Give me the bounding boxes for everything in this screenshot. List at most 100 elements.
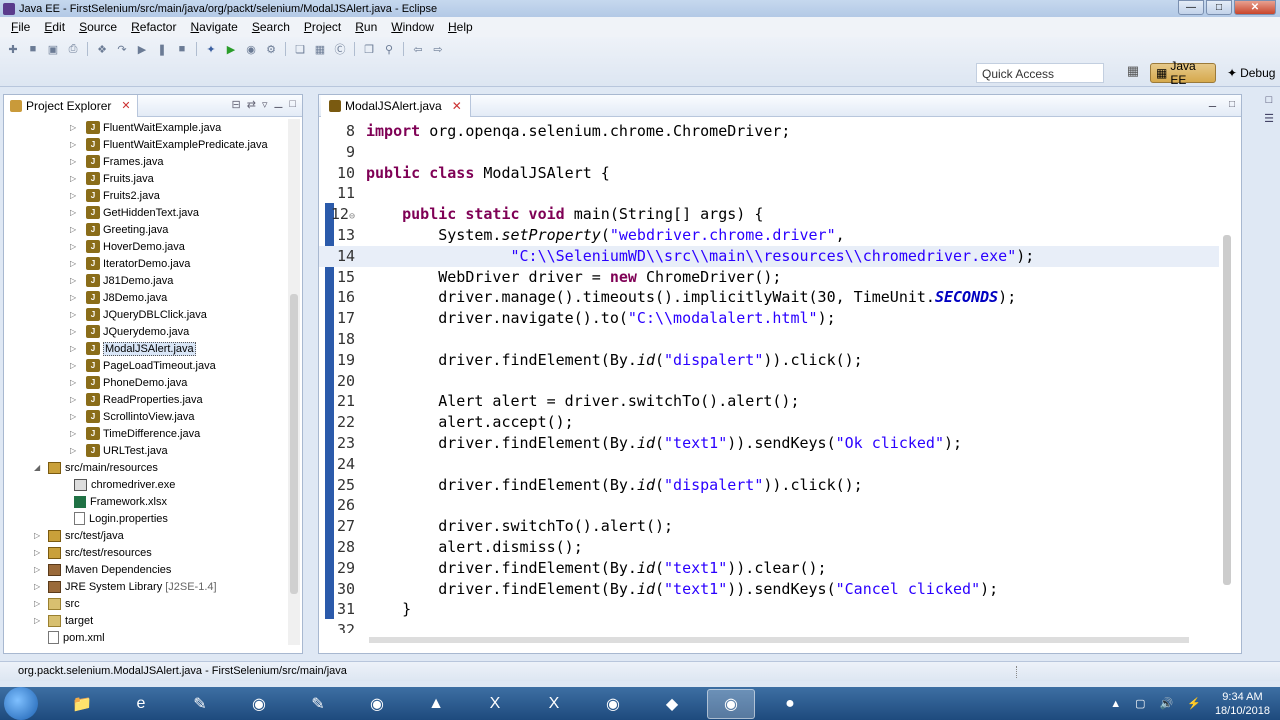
code-line[interactable]: 15 WebDriver driver = new ChromeDriver()… <box>319 267 1219 288</box>
tree-item[interactable]: ▷ J JQueryDBLClick.java <box>70 306 207 323</box>
code-line[interactable]: 31 } <box>319 599 1219 620</box>
new-class-icon[interactable]: Ⓒ <box>331 40 349 58</box>
debug-icon[interactable]: ✦ <box>202 40 220 58</box>
quick-access-input[interactable]: Quick Access <box>976 63 1104 83</box>
resume-icon[interactable]: ▶ <box>133 40 151 58</box>
tree-item[interactable]: ▷ J TimeDifference.java <box>70 425 200 442</box>
expand-arrow-icon[interactable]: ▷ <box>70 395 82 404</box>
save-all-icon[interactable]: ▣ <box>44 40 62 58</box>
tree-item[interactable]: chromedriver.exe <box>60 476 175 493</box>
code-line[interactable]: 11 <box>319 183 1219 204</box>
power-icon[interactable]: ⚡ <box>1187 697 1201 710</box>
menu-navigate[interactable]: Navigate <box>183 20 244 34</box>
tree-item[interactable]: ▷ target <box>34 612 93 629</box>
expand-arrow-icon[interactable]: ▷ <box>34 582 46 591</box>
tree-item[interactable]: ▷ src <box>34 595 80 612</box>
link-with-editor-icon[interactable]: ⇄ <box>247 98 256 111</box>
menu-window[interactable]: Window <box>384 20 441 34</box>
tree-item[interactable]: ▷ JRE System Library [J2SE-1.4] <box>34 578 217 595</box>
code-editor[interactable]: 8 import org.openqa.selenium.chrome.Chrom… <box>319 119 1219 633</box>
coverage-icon[interactable]: ◉ <box>242 40 260 58</box>
tree-item[interactable]: ▷ Maven Dependencies <box>34 561 171 578</box>
expand-arrow-icon[interactable]: ▷ <box>34 616 46 625</box>
menu-file[interactable]: File <box>4 20 37 34</box>
expand-arrow-icon[interactable]: ▷ <box>70 157 82 166</box>
volume-icon[interactable]: 🔊 <box>1160 697 1174 710</box>
tray-arrow-icon[interactable]: ▲ <box>1110 698 1121 710</box>
tree-item[interactable]: Login.properties <box>60 510 168 527</box>
minimize-view-icon[interactable]: ⚊ <box>273 98 283 111</box>
expand-arrow-icon[interactable]: ▷ <box>70 310 82 319</box>
tree-item[interactable]: ▷ J ScrollintoView.java <box>70 408 195 425</box>
menu-edit[interactable]: Edit <box>37 20 72 34</box>
code-line[interactable]: 25 driver.findElement(By.id("dispalert")… <box>319 475 1219 496</box>
back-icon[interactable]: ⇦ <box>409 40 427 58</box>
vlc-taskbar-icon[interactable]: ▲ <box>412 689 460 719</box>
external-tools-icon[interactable]: ⚙ <box>262 40 280 58</box>
code-line[interactable]: 32 <box>319 620 1219 633</box>
code-line[interactable]: 17 driver.navigate().to("C:\\modalalert.… <box>319 308 1219 329</box>
code-line[interactable]: 9 <box>319 142 1219 163</box>
expand-arrow-icon[interactable]: ▷ <box>70 429 82 438</box>
tree-item[interactable]: ▷ J IteratorDemo.java <box>70 255 190 272</box>
recorder-taskbar-icon[interactable]: ● <box>766 689 814 719</box>
debug-step-icon[interactable]: ↷ <box>113 40 131 58</box>
expand-arrow-icon[interactable]: ▷ <box>70 412 82 421</box>
menu-help[interactable]: Help <box>441 20 480 34</box>
expand-arrow-icon[interactable]: ▷ <box>70 225 82 234</box>
ie-taskbar-icon[interactable]: e <box>117 689 165 719</box>
project-explorer-tab[interactable]: Project Explorer ✕ <box>4 94 138 117</box>
expand-arrow-icon[interactable]: ▷ <box>70 327 82 336</box>
excel-taskbar-icon[interactable]: X <box>471 689 519 719</box>
save-icon[interactable]: ■ <box>24 40 42 58</box>
collapse-all-icon[interactable]: ⊟ <box>232 98 241 111</box>
perspective-java-ee[interactable]: ▦ Java EE <box>1150 59 1216 87</box>
fold-icon[interactable]: ⊖ <box>349 211 355 222</box>
menu-search[interactable]: Search <box>245 20 297 34</box>
new-java-project-icon[interactable]: ❏ <box>291 40 309 58</box>
paint-taskbar-icon[interactable]: ✎ <box>294 689 342 719</box>
tree-item[interactable]: ◢ src/main/resources <box>34 459 158 476</box>
minimize-editor-icon[interactable]: ⚊ <box>1208 99 1217 110</box>
code-line[interactable]: 8 import org.openqa.selenium.chrome.Chrom… <box>319 121 1219 142</box>
expand-arrow-icon[interactable]: ▷ <box>70 259 82 268</box>
tree-item[interactable]: ▷ J HoverDemo.java <box>70 238 185 255</box>
start-button[interactable] <box>4 687 38 720</box>
tree-item[interactable]: ▷ J Fruits2.java <box>70 187 160 204</box>
expand-arrow-icon[interactable]: ▷ <box>70 208 82 217</box>
new-icon[interactable]: ✚ <box>4 40 22 58</box>
network-icon[interactable]: ▢ <box>1135 697 1145 710</box>
code-line[interactable]: 10 public class ModalJSAlert { <box>319 163 1219 184</box>
expand-arrow-icon[interactable]: ▷ <box>34 548 46 557</box>
open-perspective-icon[interactable]: ▦ <box>1124 63 1142 83</box>
expand-arrow-icon[interactable]: ◢ <box>34 463 46 472</box>
expand-arrow-icon[interactable]: ▷ <box>70 123 82 132</box>
tree-item[interactable]: ▷ J J81Demo.java <box>70 272 173 289</box>
expand-arrow-icon[interactable]: ▷ <box>34 565 46 574</box>
menu-source[interactable]: Source <box>72 20 124 34</box>
explorer-taskbar-icon[interactable]: 📁 <box>58 689 106 719</box>
code-line[interactable]: 12⊖ public static void main(String[] arg… <box>319 204 1219 225</box>
expand-arrow-icon[interactable]: ▷ <box>70 191 82 200</box>
close-view-icon[interactable]: ✕ <box>121 99 130 112</box>
skip-breakpoints-icon[interactable]: ❖ <box>93 40 111 58</box>
code-line[interactable]: 30 driver.findElement(By.id("text1")).se… <box>319 579 1219 600</box>
tree-scrollbar[interactable] <box>288 119 300 645</box>
expand-arrow-icon[interactable]: ▷ <box>70 378 82 387</box>
maximize-view-icon[interactable]: □ <box>289 98 296 111</box>
close-tab-icon[interactable]: ✕ <box>452 99 462 113</box>
tree-item[interactable]: ▷ src/test/resources <box>34 544 152 561</box>
tree-item[interactable]: ▷ J FluentWaitExamplePredicate.java <box>70 136 268 153</box>
forward-icon[interactable]: ⇨ <box>429 40 447 58</box>
code-line[interactable]: 24 <box>319 454 1219 475</box>
code-line[interactable]: 22 alert.accept(); <box>319 412 1219 433</box>
tree-item[interactable]: ▷ J GetHiddenText.java <box>70 204 199 221</box>
code-line[interactable]: 27 driver.switchTo().alert(); <box>319 516 1219 537</box>
notepad-taskbar-icon[interactable]: ✎ <box>176 689 224 719</box>
code-line[interactable]: 29 driver.findElement(By.id("text1")).cl… <box>319 558 1219 579</box>
code-line[interactable]: 20 <box>319 371 1219 392</box>
tree-item[interactable]: ▷ J Frames.java <box>70 153 164 170</box>
chrome2-taskbar-icon[interactable]: ◉ <box>589 689 637 719</box>
restore-icon[interactable]: □ <box>1266 94 1273 106</box>
expand-arrow-icon[interactable]: ▷ <box>70 344 82 353</box>
